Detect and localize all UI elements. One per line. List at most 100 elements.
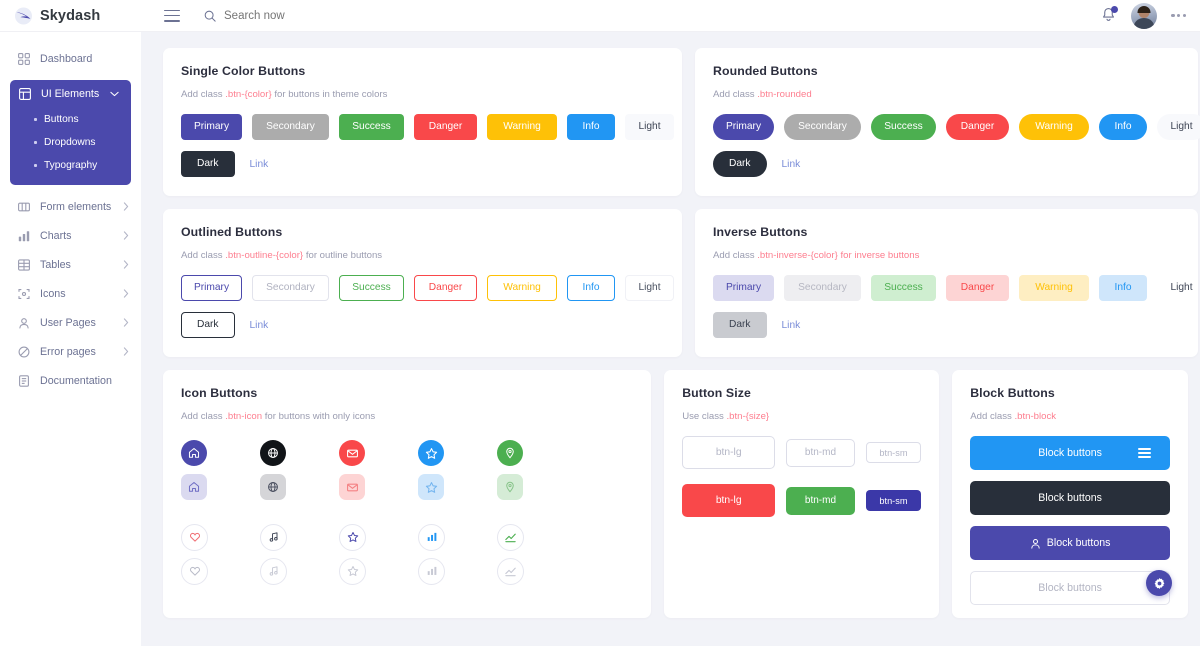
bell-icon[interactable] bbox=[1101, 6, 1119, 24]
button-link[interactable]: Link bbox=[245, 320, 274, 331]
sidebar-item-icons[interactable]: Icons bbox=[0, 279, 141, 308]
chevron-down-icon bbox=[110, 91, 119, 97]
icon-button-music-muted[interactable] bbox=[260, 557, 287, 585]
button-inverse-primary[interactable]: Primary bbox=[713, 275, 774, 301]
icon-button-map-pin[interactable] bbox=[497, 440, 523, 466]
button-outline-success[interactable]: Success bbox=[339, 275, 404, 301]
icon-button-trending-up-muted[interactable] bbox=[497, 557, 524, 585]
button-inverse-light[interactable]: Light bbox=[1157, 275, 1200, 301]
button-size-lg-outline[interactable]: btn-lg bbox=[682, 436, 776, 469]
avatar[interactable] bbox=[1131, 2, 1158, 29]
icon-button-bar-chart[interactable] bbox=[418, 523, 445, 551]
sidebar-item-typography[interactable]: Typography bbox=[10, 154, 131, 177]
sidebar-item-documentation[interactable]: Documentation bbox=[0, 366, 141, 395]
icon-button-home-tinted[interactable] bbox=[181, 474, 207, 500]
sidebar-item-dropdowns[interactable]: Dropdowns bbox=[10, 131, 131, 154]
button-inverse-danger[interactable]: Danger bbox=[946, 275, 1009, 301]
button-inverse-secondary[interactable]: Secondary bbox=[784, 275, 861, 301]
brand[interactable]: Skydash bbox=[0, 6, 140, 25]
icon-button-map-pin-tinted[interactable] bbox=[497, 474, 523, 500]
icon-button-trending-up[interactable] bbox=[497, 523, 524, 551]
icon-button-heart-muted[interactable] bbox=[181, 557, 208, 585]
button-size-md-outline[interactable]: btn-md bbox=[786, 438, 855, 467]
icon-button-star[interactable] bbox=[418, 440, 444, 466]
block-button-info[interactable]: Block buttons bbox=[970, 436, 1170, 470]
sidebar-item-ui-elements[interactable]: UI Elements bbox=[10, 80, 131, 108]
sidebar-item-buttons[interactable]: Buttons bbox=[10, 108, 131, 131]
icon-button-globe[interactable] bbox=[260, 440, 286, 466]
sidebar-item-dashboard[interactable]: Dashboard bbox=[0, 44, 141, 73]
button-inverse-info[interactable]: Info bbox=[1099, 275, 1147, 301]
sidebar-item-tables[interactable]: Tables bbox=[0, 250, 141, 279]
button-link[interactable]: Link bbox=[245, 159, 274, 170]
button-link[interactable]: Link bbox=[777, 320, 806, 331]
button-inverse-success[interactable]: Success bbox=[871, 275, 936, 301]
button-info[interactable]: Info bbox=[1099, 114, 1147, 140]
button-secondary[interactable]: Secondary bbox=[784, 114, 861, 140]
button-success[interactable]: Success bbox=[871, 114, 936, 140]
button-warning[interactable]: Warning bbox=[487, 114, 557, 140]
button-dark[interactable]: Dark bbox=[713, 151, 767, 177]
button-size-md-success[interactable]: btn-md bbox=[786, 486, 855, 515]
desc-code: .btn-{size} bbox=[726, 411, 770, 422]
sidebar-item-charts[interactable]: Charts bbox=[0, 221, 141, 250]
more-horizontal-icon[interactable] bbox=[1171, 13, 1186, 18]
icon-cell bbox=[181, 436, 260, 470]
button-outline-dark[interactable]: Dark bbox=[181, 312, 235, 338]
sidebar-group-ui-elements: UI Elements Buttons Dropdowns Typography bbox=[10, 80, 131, 185]
hamburger-icon[interactable] bbox=[164, 9, 180, 22]
card-title: Outlined Buttons bbox=[181, 225, 283, 239]
button-success[interactable]: Success bbox=[339, 114, 404, 140]
icon-button-mail[interactable] bbox=[339, 440, 365, 466]
icon-button-star-outline[interactable] bbox=[339, 523, 366, 551]
button-size-sm-outline[interactable]: btn-sm bbox=[865, 442, 922, 463]
search-bar[interactable] bbox=[204, 9, 404, 22]
button-primary[interactable]: Primary bbox=[713, 114, 774, 140]
button-outline-light[interactable]: Light bbox=[625, 275, 674, 301]
button-size-sm-primary[interactable]: btn-sm bbox=[865, 490, 922, 511]
icon-button-star-tinted[interactable] bbox=[418, 474, 444, 500]
icon-button-heart[interactable] bbox=[181, 523, 208, 551]
card-description: Add class .btn-outline-{color} for outli… bbox=[181, 250, 664, 261]
block-button-outline-light[interactable]: Block buttons bbox=[970, 571, 1170, 605]
button-outline-info[interactable]: Info bbox=[567, 275, 615, 301]
icon-button-star-muted[interactable] bbox=[339, 557, 366, 585]
desc-suffix: for buttons with only icons bbox=[264, 411, 376, 422]
sidebar-item-error-pages[interactable]: Error pages bbox=[0, 337, 141, 366]
icon-button-home[interactable] bbox=[181, 440, 207, 466]
button-outline-secondary[interactable]: Secondary bbox=[252, 275, 329, 301]
button-primary[interactable]: Primary bbox=[181, 114, 242, 140]
icon-button-music[interactable] bbox=[260, 523, 287, 551]
button-outline-danger[interactable]: Danger bbox=[414, 275, 477, 301]
button-light[interactable]: Light bbox=[1157, 114, 1200, 140]
button-inverse-dark[interactable]: Dark bbox=[713, 312, 767, 338]
button-warning[interactable]: Warning bbox=[1019, 114, 1089, 140]
button-size-lg-danger[interactable]: btn-lg bbox=[682, 484, 776, 517]
button-light[interactable]: Light bbox=[625, 114, 674, 140]
button-row: Dark Link bbox=[181, 151, 664, 177]
button-outline-primary[interactable]: Primary bbox=[181, 275, 242, 301]
block-button-primary[interactable]: Block buttons bbox=[970, 526, 1170, 560]
button-danger[interactable]: Danger bbox=[414, 114, 477, 140]
sidebar-subitem-label: Buttons bbox=[44, 114, 79, 125]
search-icon bbox=[204, 10, 216, 22]
block-button-dark[interactable]: Block buttons bbox=[970, 481, 1170, 515]
button-dark[interactable]: Dark bbox=[181, 151, 235, 177]
button-info[interactable]: Info bbox=[567, 114, 615, 140]
button-link[interactable]: Link bbox=[777, 159, 806, 170]
sidebar-item-form-elements[interactable]: Form elements bbox=[0, 192, 141, 221]
search-input[interactable] bbox=[224, 9, 404, 22]
icon-button-globe-tinted[interactable] bbox=[260, 474, 286, 500]
button-secondary[interactable]: Secondary bbox=[252, 114, 329, 140]
icon-button-bar-chart-muted[interactable] bbox=[418, 557, 445, 585]
button-danger[interactable]: Danger bbox=[946, 114, 1009, 140]
desc-prefix: Add class bbox=[713, 250, 755, 261]
button-inverse-warning[interactable]: Warning bbox=[1019, 275, 1089, 301]
card-single-color-buttons: Single Color Buttons Add class .btn-{col… bbox=[163, 48, 682, 196]
card-title: Single Color Buttons bbox=[181, 64, 306, 78]
icon-button-mail-tinted[interactable] bbox=[339, 474, 365, 500]
sidebar-subitem-label: Typography bbox=[44, 160, 98, 171]
sidebar-item-user-pages[interactable]: User Pages bbox=[0, 308, 141, 337]
button-outline-warning[interactable]: Warning bbox=[487, 275, 557, 301]
settings-fab-button[interactable] bbox=[1146, 570, 1172, 596]
